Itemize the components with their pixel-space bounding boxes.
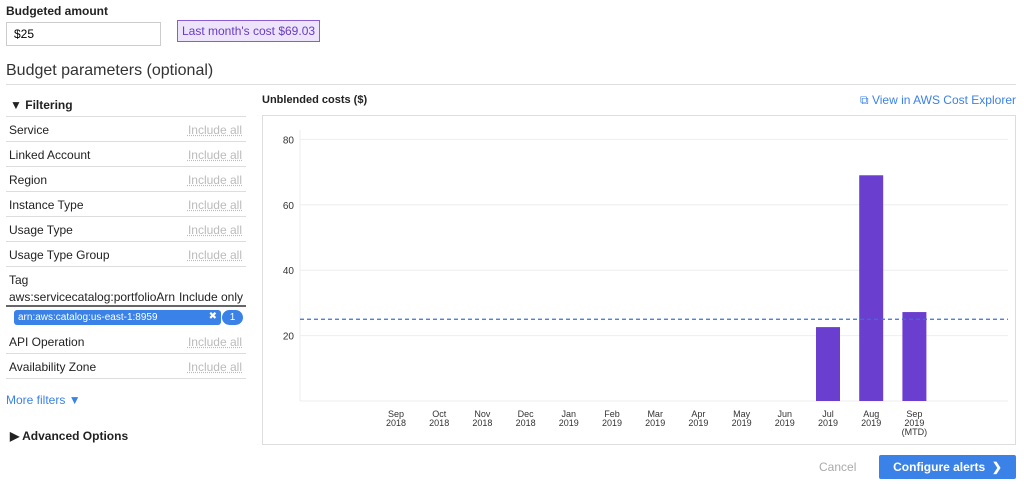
x-tick-label: 2019	[645, 418, 665, 428]
x-tick-label: 2019	[732, 418, 752, 428]
y-tick-label: 80	[283, 135, 295, 146]
y-tick-label: 40	[283, 266, 295, 277]
bar	[816, 327, 840, 401]
x-tick-label: 2019	[688, 418, 708, 428]
x-tick-label: 2019	[861, 418, 881, 428]
x-tick-label: (MTD)	[902, 427, 928, 437]
cost-chart: 20406080Sep2018Oct2018Nov2018Dec2018Jan2…	[283, 130, 1008, 437]
chevron-right-icon: ❯	[991, 460, 1002, 474]
x-tick-label: 2019	[559, 418, 579, 428]
x-tick-label: 2019	[818, 418, 838, 428]
x-tick-label: 2018	[516, 418, 536, 428]
bar	[859, 175, 884, 401]
x-tick-label: 2018	[429, 418, 449, 428]
y-tick-label: 20	[283, 332, 295, 343]
x-tick-label: 2018	[472, 418, 492, 428]
y-tick-label: 60	[283, 201, 295, 212]
configure-alerts-button[interactable]: Configure alerts ❯	[879, 455, 1016, 479]
x-tick-label: 2019	[602, 418, 622, 428]
x-tick-label: 2019	[775, 418, 795, 428]
x-tick-label: 2018	[386, 418, 406, 428]
cancel-button[interactable]: Cancel	[819, 460, 856, 474]
bar	[902, 312, 927, 401]
